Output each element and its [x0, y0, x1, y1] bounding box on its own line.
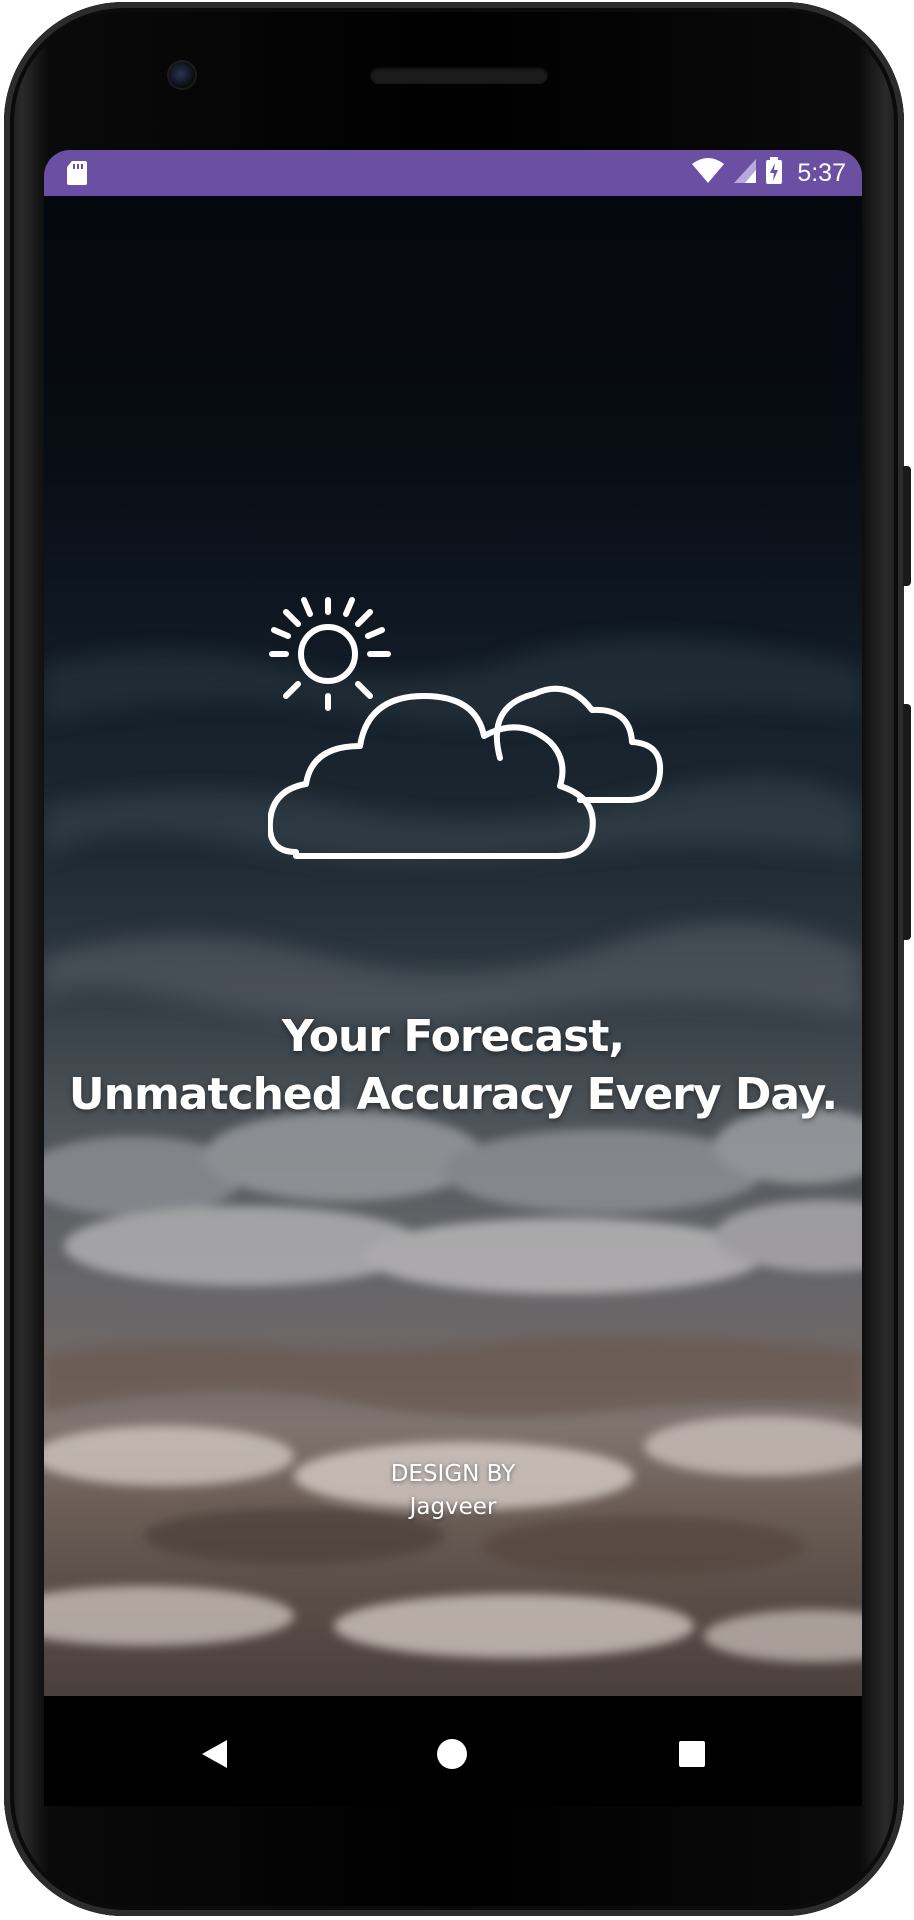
front-camera	[169, 62, 195, 88]
wifi-icon	[691, 158, 725, 188]
power-button	[903, 466, 911, 586]
cellular-signal-icon	[733, 158, 757, 188]
earpiece-speaker	[370, 66, 548, 84]
tagline-line-1: Your Forecast,	[281, 1011, 625, 1062]
credit-name: Jagveer	[409, 1494, 497, 1520]
designer-credit: DESIGN BY Jagveer	[44, 1458, 862, 1524]
credit-label: DESIGN BY	[390, 1461, 516, 1487]
home-circle-icon	[435, 1737, 469, 1775]
status-bar: 5:37	[44, 150, 862, 196]
volume-rocker	[903, 704, 911, 940]
status-time: 5:37	[797, 158, 846, 187]
partly-cloudy-icon	[266, 586, 668, 870]
home-button[interactable]	[432, 1736, 472, 1776]
recents-square-icon	[677, 1739, 707, 1773]
device-screen: 5:37 Your Forecast, Unmatched Accuracy E…	[44, 150, 862, 1696]
tagline: Your Forecast, Unmatched Accuracy Every …	[44, 1008, 862, 1124]
tagline-line-2: Unmatched Accuracy Every Day.	[68, 1069, 838, 1120]
recents-button[interactable]	[672, 1736, 712, 1776]
navigation-bar	[44, 1696, 862, 1806]
back-button[interactable]	[194, 1736, 234, 1776]
sd-card-icon	[66, 160, 88, 190]
status-icons: 5:37	[691, 150, 846, 196]
battery-charging-icon	[765, 157, 783, 189]
back-triangle-icon	[199, 1738, 229, 1774]
